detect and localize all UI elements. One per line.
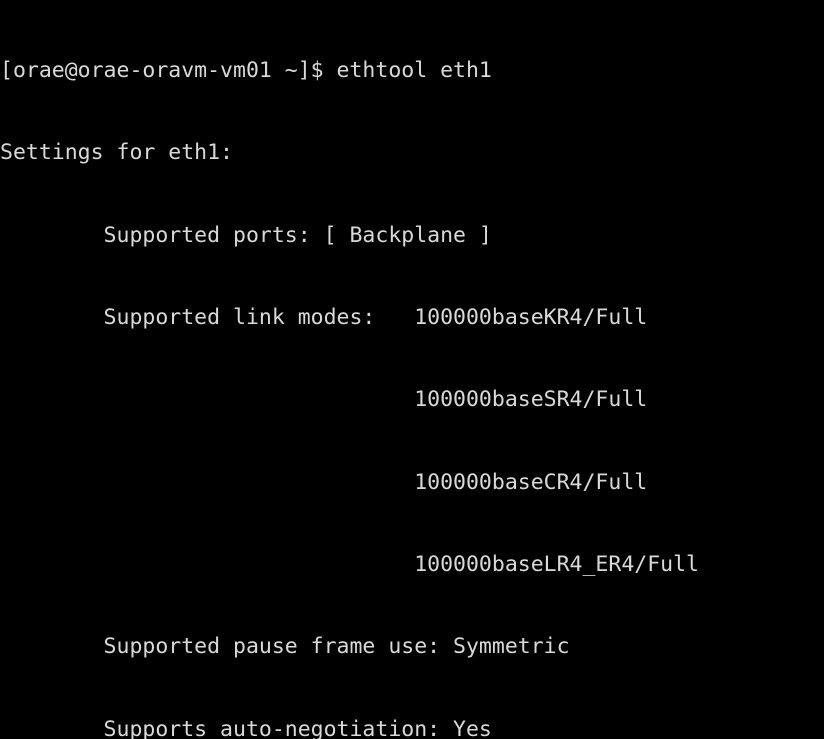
terminal-line-supported-link-modes: Supported link modes: 100000baseKR4/Full	[0, 304, 648, 330]
terminal-line-prompt-command: [orae@orae-oravm-vm01 ~]$ ethtool eth1	[0, 57, 492, 83]
terminal-line-supports-auto-negotiation: Supports auto-negotiation: Yes	[0, 716, 492, 739]
terminal-screen-buffer[interactable]: [orae@orae-oravm-vm01 ~]$ ethtool eth1 S…	[0, 0, 824, 739]
terminal-line-supported-link-mode-cr4: 100000baseCR4/Full	[0, 469, 648, 495]
terminal-line-supported-pause-frame-use: Supported pause frame use: Symmetric	[0, 634, 570, 660]
terminal-window[interactable]: [orae@orae-oravm-vm01 ~]$ ethtool eth1 S…	[0, 0, 824, 739]
terminal-line-supported-link-mode-sr4: 100000baseSR4/Full	[0, 387, 648, 413]
terminal-line-supported-ports: Supported ports: [ Backplane ]	[0, 222, 492, 248]
terminal-line-supported-link-mode-lr4: 100000baseLR4_ER4/Full	[0, 551, 699, 577]
terminal-line-settings-header: Settings for eth1:	[0, 140, 233, 166]
